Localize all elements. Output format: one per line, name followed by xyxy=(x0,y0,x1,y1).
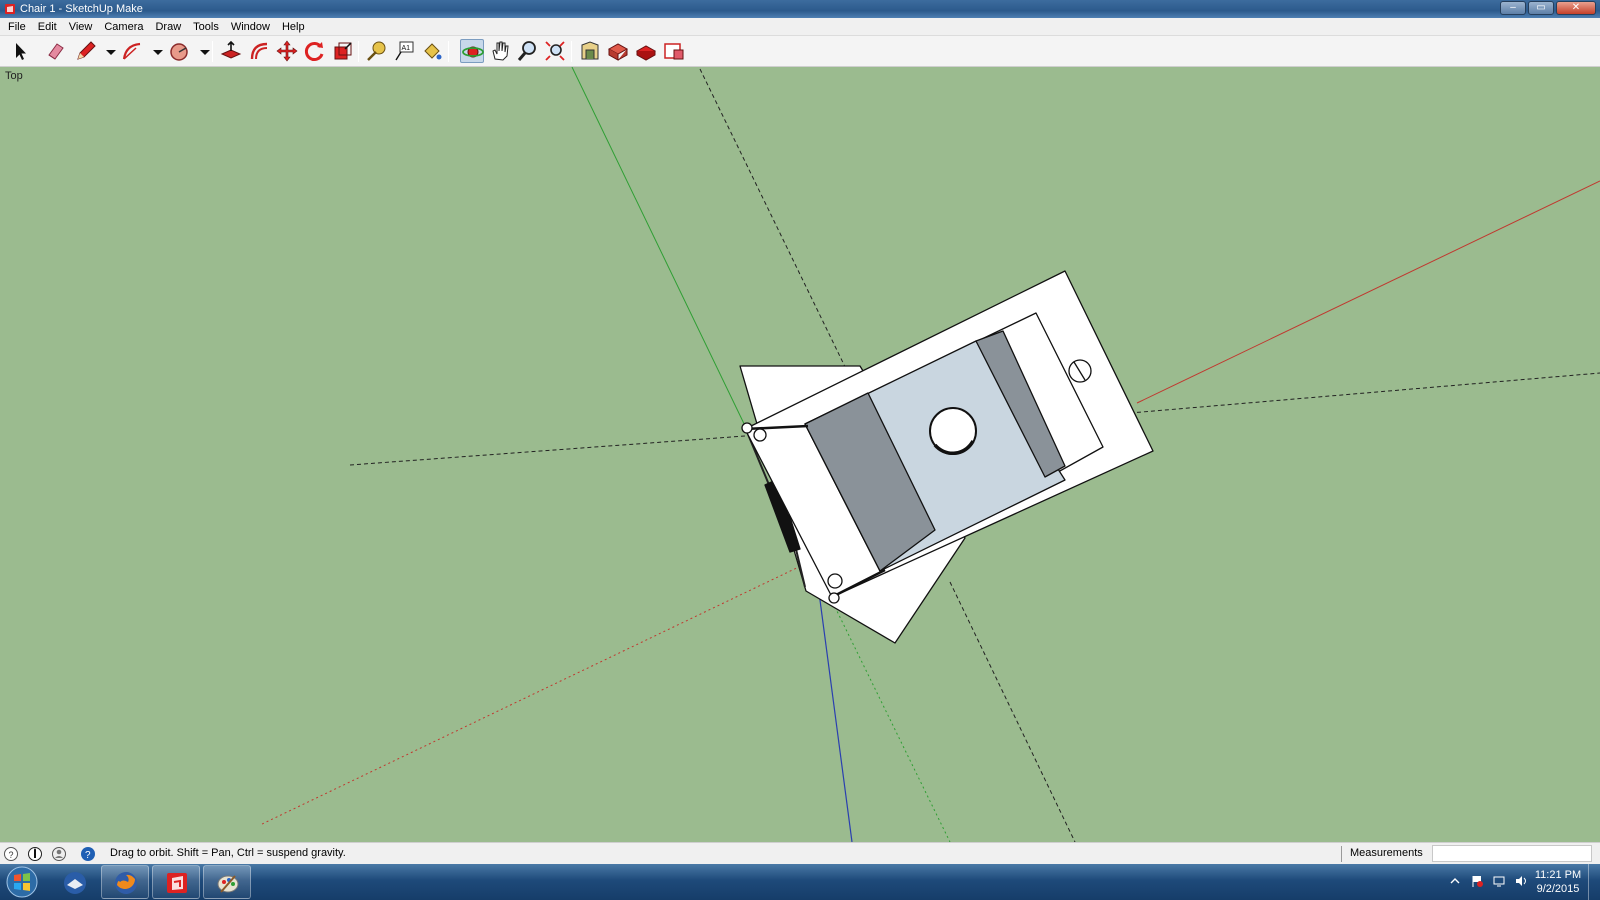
sketchup-app-icon xyxy=(5,4,15,14)
menu-file[interactable]: File xyxy=(2,21,32,33)
select-tool-icon[interactable] xyxy=(8,39,32,63)
scale-tool-icon[interactable] xyxy=(331,39,355,63)
green-axis xyxy=(571,67,749,433)
measurements-input[interactable] xyxy=(1432,845,1592,862)
taskbar-firefox[interactable] xyxy=(101,865,149,899)
action-center-flag-icon[interactable] xyxy=(1470,874,1484,888)
start-button[interactable] xyxy=(2,864,42,900)
menu-view[interactable]: View xyxy=(63,21,99,33)
measurements-label: Measurements xyxy=(1350,847,1423,859)
minimize-button[interactable]: – xyxy=(1500,1,1526,15)
text-tool-icon[interactable]: A1 xyxy=(392,39,416,63)
sketchup-icon xyxy=(167,873,187,893)
blue-axis xyxy=(817,584,853,842)
taskbar-paint[interactable] xyxy=(203,865,251,899)
circle-dropdown-arrow-icon[interactable] xyxy=(193,39,210,63)
rotate-tool-icon[interactable] xyxy=(303,39,327,63)
move-tool-icon[interactable] xyxy=(275,39,299,63)
clock-time: 11:21 PM xyxy=(1534,869,1582,881)
circle-tool-icon[interactable] xyxy=(167,39,191,63)
model-viewport[interactable]: Top xyxy=(0,67,1600,842)
menu-edit[interactable]: Edit xyxy=(32,21,63,33)
svg-text:A1: A1 xyxy=(402,45,411,52)
menu-window[interactable]: Window xyxy=(225,21,276,33)
pencil-line-tool-icon[interactable] xyxy=(74,39,98,63)
taskbar: 11:21 PM 9/2/2015 xyxy=(0,864,1600,900)
user-account-icon[interactable] xyxy=(51,846,67,862)
credits-icon[interactable] xyxy=(27,846,43,862)
layout-icon[interactable] xyxy=(662,39,686,63)
show-hidden-icons-icon[interactable] xyxy=(1448,874,1462,888)
menu-tools[interactable]: Tools xyxy=(187,21,225,33)
menu-camera[interactable]: Camera xyxy=(98,21,149,33)
paint-icon xyxy=(217,875,239,893)
share-model-icon[interactable] xyxy=(634,39,658,63)
show-desktop-button[interactable] xyxy=(1588,864,1600,900)
zoom-tool-icon[interactable] xyxy=(515,39,539,63)
clock-date: 9/2/2015 xyxy=(1536,883,1580,895)
model-scene xyxy=(259,67,1600,842)
line-dropdown-arrow-icon[interactable] xyxy=(99,39,116,63)
push-pull-tool-icon[interactable] xyxy=(219,39,243,63)
main-toolbar: A1 xyxy=(0,36,1600,67)
red-axis-dotted xyxy=(259,563,806,826)
warehouse-icon[interactable] xyxy=(578,39,602,63)
title-bar: Chair 1 - SketchUp Make – ▭ ✕ xyxy=(0,0,1600,18)
network-icon[interactable] xyxy=(1492,874,1506,888)
taskbar-sketchup[interactable] xyxy=(152,865,200,899)
firefox-icon xyxy=(115,872,137,894)
red-axis xyxy=(1136,180,1600,404)
thunderbird-icon xyxy=(64,872,86,894)
zoom-extents-tool-icon[interactable] xyxy=(543,39,567,63)
system-tray xyxy=(1448,874,1528,888)
menu-help[interactable]: Help xyxy=(276,21,311,33)
status-hint: Drag to orbit. Shift = Pan, Ctrl = suspe… xyxy=(110,847,346,859)
menu-bar: File Edit View Camera Draw Tools Window … xyxy=(0,18,1600,36)
menu-draw[interactable]: Draw xyxy=(149,21,187,33)
chair-model[interactable] xyxy=(739,270,1154,644)
maximize-button[interactable]: ▭ xyxy=(1528,1,1554,15)
eraser-tool-icon[interactable] xyxy=(44,39,68,63)
orbit-tool-icon[interactable] xyxy=(460,39,484,63)
paint-bucket-tool-icon[interactable] xyxy=(420,39,444,63)
arc-tool-icon[interactable] xyxy=(120,39,144,63)
tape-measure-tool-icon[interactable] xyxy=(364,39,388,63)
offset-tool-icon[interactable] xyxy=(247,39,271,63)
geo-location-icon[interactable]: ? xyxy=(3,846,19,862)
pan-tool-icon[interactable] xyxy=(488,39,512,63)
taskbar-clock[interactable]: 11:21 PM 9/2/2015 xyxy=(1528,868,1588,896)
arc-dropdown-arrow-icon[interactable] xyxy=(146,39,163,63)
window-title: Chair 1 - SketchUp Make xyxy=(20,3,143,15)
extension-warehouse-icon[interactable] xyxy=(606,39,630,63)
volume-icon[interactable] xyxy=(1514,874,1528,888)
svg-text:?: ? xyxy=(9,850,14,860)
instructor-help-icon[interactable]: ? xyxy=(80,846,96,862)
status-bar: ? ? Drag to orbit. Shift = Pan, Ctrl = s… xyxy=(0,842,1600,864)
taskbar-thunderbird[interactable] xyxy=(50,865,98,899)
close-button[interactable]: ✕ xyxy=(1556,1,1596,15)
svg-text:?: ? xyxy=(85,850,91,861)
